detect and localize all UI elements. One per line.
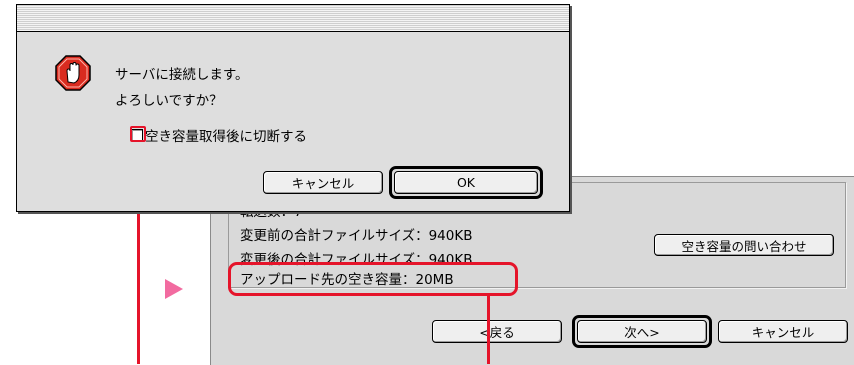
- stop-hand-icon: [55, 55, 91, 91]
- dialog-cancel-label: キャンセル: [291, 176, 355, 191]
- back-button[interactable]: <戻る: [432, 320, 562, 343]
- dialog-message-line2: よろしいですか？: [115, 93, 223, 109]
- next-button-label: 次へ>: [624, 325, 660, 340]
- ok-button-label: OK: [456, 175, 476, 190]
- disconnect-checkbox-label[interactable]: 空き容量取得後に切断する: [145, 125, 307, 145]
- pointer-arrow-icon: [165, 279, 183, 299]
- checkbox-callout: [130, 126, 146, 142]
- ok-button[interactable]: OK: [389, 166, 543, 199]
- next-button[interactable]: 次へ>: [572, 315, 712, 348]
- callout-connector-right: [487, 293, 490, 364]
- query-free-space-label: 空き容量の問い合わせ: [681, 238, 807, 254]
- dialog-message-line1: サーバに接続します。: [115, 67, 249, 83]
- query-free-space-button[interactable]: 空き容量の問い合わせ: [654, 234, 834, 256]
- dialog-titlebar[interactable]: [17, 5, 569, 32]
- wizard-cancel-button[interactable]: キャンセル: [718, 320, 848, 343]
- wizard-cancel-label: キャンセル: [751, 325, 815, 340]
- dialog-cancel-button[interactable]: キャンセル: [263, 171, 383, 194]
- back-button-label: <戻る: [479, 325, 515, 340]
- free-space-callout: [228, 262, 518, 296]
- before-size-label: 変更前の合計ファイルサイズ：940KB: [240, 228, 473, 244]
- connect-dialog: サーバに接続します。 よろしいですか？ 空き容量取得後に切断する キャンセル O…: [16, 4, 570, 212]
